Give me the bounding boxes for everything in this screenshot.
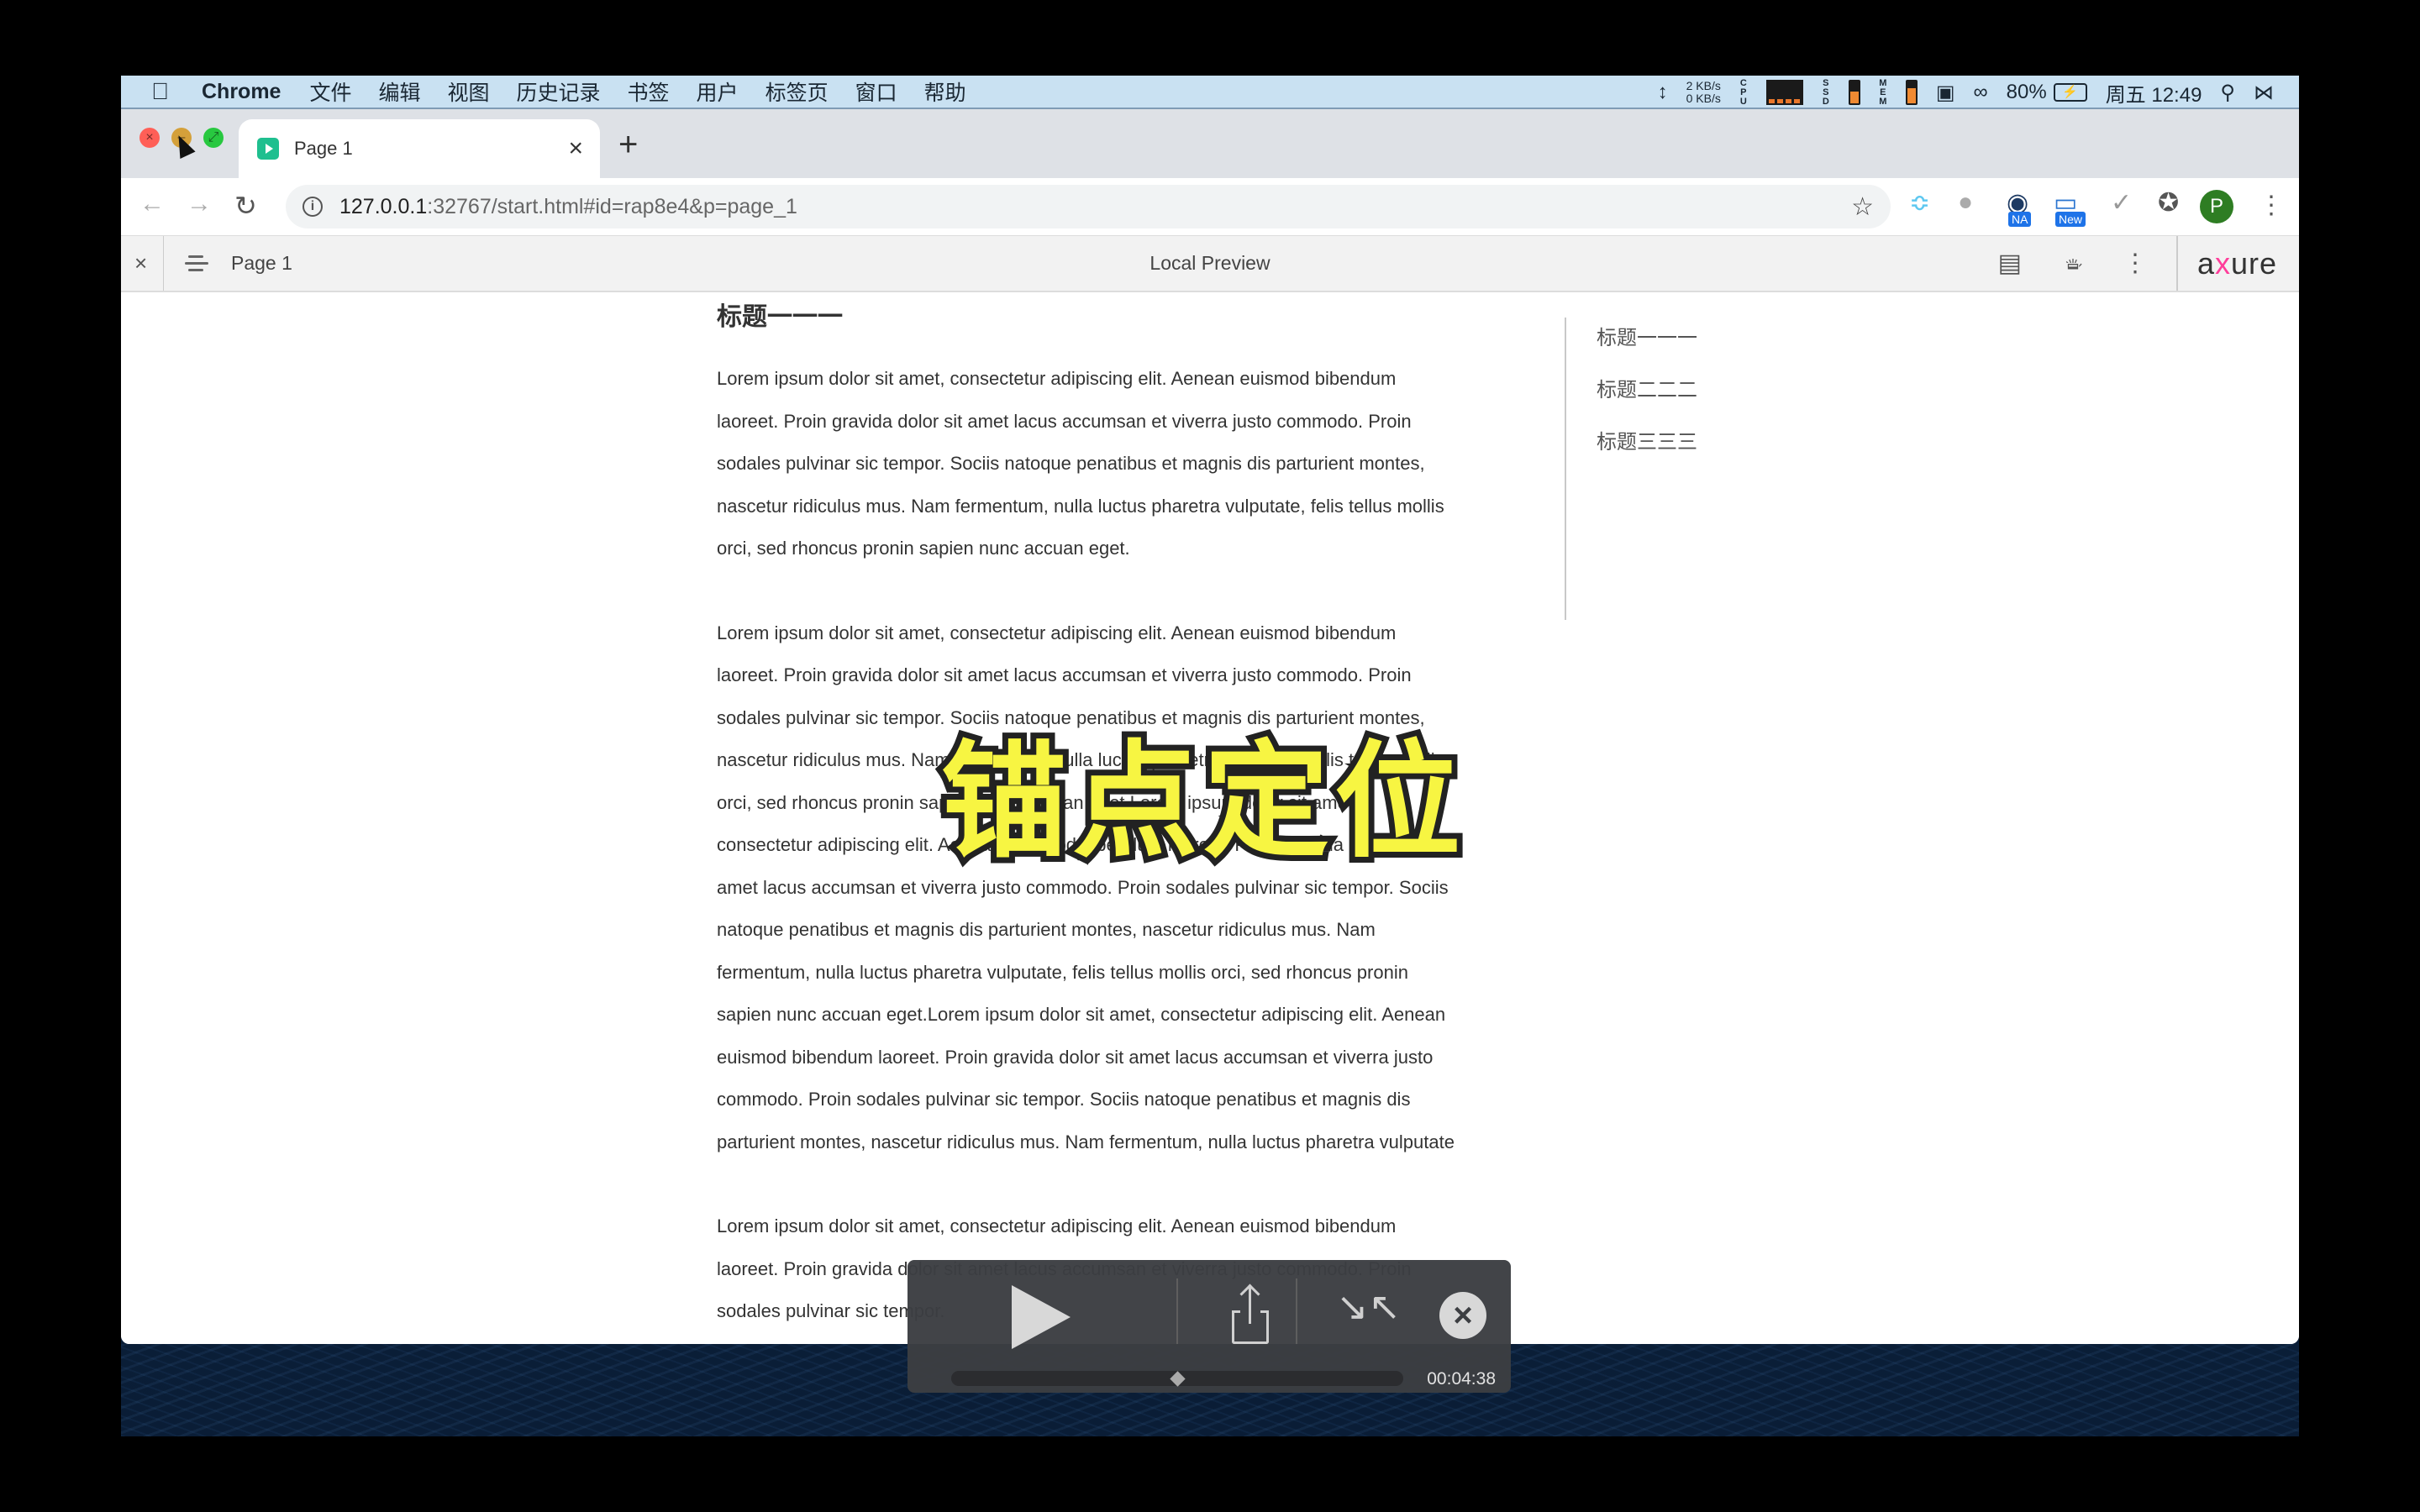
- menu-bookmarks[interactable]: 书签: [628, 76, 670, 107]
- section-heading-1: 标题一一一: [717, 303, 843, 331]
- reload-icon[interactable]: ↻: [234, 190, 257, 222]
- ssd-meter-fill: [1849, 91, 1859, 103]
- cpu-meter[interactable]: [1765, 80, 1803, 105]
- preview-label: Local Preview: [1150, 252, 1270, 274]
- close-player-button[interactable]: ×: [1439, 1292, 1486, 1339]
- anchor-nav: 标题一一一 标题二二二 标题三三三: [1565, 318, 1697, 620]
- controls-divider: [1296, 1278, 1297, 1344]
- play-button[interactable]: [1012, 1285, 1071, 1349]
- playback-scrubber[interactable]: [951, 1371, 1403, 1387]
- axure-logo[interactable]: axure: [2197, 246, 2277, 281]
- axure-favicon-icon: [257, 138, 279, 160]
- tab-strip: × – ⤢ Page 1 × +: [121, 109, 2299, 178]
- variables-icon[interactable]: 𝡍: [2060, 249, 2086, 278]
- browser-window: × – ⤢ Page 1 × + ← → ↻ i 127.0.0.1:32767…: [121, 109, 2299, 1344]
- net-up: 2 KB/s: [1686, 79, 1721, 92]
- net-down: 0 KB/s: [1686, 92, 1721, 105]
- video-subtitle: 锚点定位: [935, 729, 1466, 875]
- menu-app-name[interactable]: Chrome: [202, 80, 281, 104]
- mem-label: MEM: [1879, 77, 1887, 107]
- ext-new-icon[interactable]: ▭ New: [2054, 188, 2086, 227]
- ext-waves-icon[interactable]: ≎: [1909, 188, 1930, 218]
- spotlight-search-icon[interactable]: ⚲: [2220, 81, 2235, 105]
- ext-na-icon[interactable]: ◉ NA: [2007, 188, 2032, 227]
- network-speed[interactable]: 2 KB/s 0 KB/s: [1686, 80, 1721, 105]
- exit-fullscreen-icon[interactable]: ↘↖: [1336, 1287, 1401, 1326]
- chrome-menu-icon[interactable]: ⋮: [2259, 193, 2284, 218]
- video-player-controls: ↘↖ × 00:04:38: [908, 1260, 1511, 1393]
- bartender-bowtie-icon[interactable]: ⋈: [2254, 81, 2274, 105]
- ext-check-icon[interactable]: ✓: [2111, 188, 2132, 218]
- playback-time: 00:04:38: [1427, 1369, 1496, 1389]
- battery-charging-icon: ⚡: [2053, 83, 2087, 102]
- logo-part-ure: ure: [2230, 245, 2277, 281]
- profile-avatar[interactable]: P: [2200, 190, 2233, 223]
- url-path: :32767/start.html#id=rap8e4&p=page_1: [427, 194, 797, 218]
- battery-status[interactable]: 80% ⚡: [2007, 81, 2087, 104]
- clock[interactable]: 周五 12:49: [2106, 78, 2202, 108]
- ssd-label: SSD: [1822, 77, 1829, 107]
- resize-arrows-icon[interactable]: ↕: [1658, 81, 1668, 104]
- menu-view[interactable]: 视图: [448, 76, 490, 107]
- tab-title: Page 1: [294, 138, 353, 159]
- menu-help[interactable]: 帮助: [924, 76, 966, 107]
- cpu-label: CPU: [1739, 77, 1747, 107]
- forward-arrow-icon[interactable]: →: [187, 190, 212, 218]
- new-tab-button[interactable]: +: [618, 128, 638, 161]
- tab-page-1[interactable]: Page 1 ×: [239, 119, 600, 178]
- menu-file[interactable]: 文件: [309, 76, 351, 107]
- ext-new-badge: New: [2055, 212, 2086, 227]
- ext-na-badge: NA: [2008, 212, 2032, 227]
- axure-logo-divider: [2176, 236, 2178, 291]
- battery-percent: 80%: [2006, 81, 2047, 103]
- logo-part-x: x: [2214, 245, 2231, 281]
- address-bar[interactable]: i 127.0.0.1:32767/start.html#id=rap8e4&p…: [286, 185, 1891, 228]
- ext-gray-swirl-icon[interactable]: ●: [1958, 188, 1973, 217]
- apple-logo-icon[interactable]: : [151, 78, 176, 105]
- status-area: ↕ 2 KB/s 0 KB/s CPU SSD MEM ▣ ∞ 80% ⚡ 周五…: [1658, 76, 2274, 109]
- back-arrow-icon[interactable]: ←: [139, 190, 165, 218]
- screen-record-icon[interactable]: ▣: [1936, 81, 1955, 105]
- share-icon[interactable]: [1232, 1285, 1269, 1344]
- ssd-meter[interactable]: [1848, 80, 1860, 105]
- paragraph-2: Lorem ipsum dolor sit amet, consectetur …: [717, 622, 1455, 1152]
- window-close-button[interactable]: ×: [139, 128, 160, 148]
- site-info-icon[interactable]: i: [302, 197, 323, 217]
- menu-history[interactable]: 历史记录: [517, 76, 601, 107]
- axure-toolbar: × Page 1 Local Preview ▤ 𝡍 ⋮ axure: [121, 235, 2299, 292]
- tab-close-icon[interactable]: ×: [568, 134, 583, 163]
- creative-cloud-icon[interactable]: ∞: [1974, 81, 1988, 104]
- logo-part-a: a: [2196, 245, 2215, 281]
- anchor-link-1[interactable]: 标题一一一: [1597, 321, 1697, 370]
- menu-window[interactable]: 窗口: [855, 76, 897, 107]
- extensions-puzzle-icon[interactable]: ✪: [2158, 188, 2179, 218]
- controls-divider: [1176, 1278, 1178, 1344]
- menu-tab[interactable]: 标签页: [765, 76, 829, 107]
- menu-edit[interactable]: 编辑: [378, 76, 420, 107]
- bookmark-star-icon[interactable]: ☆: [1851, 192, 1874, 222]
- url-text[interactable]: 127.0.0.1:32767/start.html#id=rap8e4&p=p…: [339, 195, 797, 219]
- anchor-link-2[interactable]: 标题二二二: [1597, 373, 1697, 422]
- notes-icon[interactable]: ▤: [1998, 249, 2022, 278]
- menu-people[interactable]: 用户: [697, 76, 739, 107]
- more-options-icon[interactable]: ⋮: [2123, 249, 2148, 278]
- mem-meter[interactable]: [1905, 80, 1918, 105]
- anchor-link-3[interactable]: 标题三三三: [1597, 425, 1697, 474]
- browser-toolbar: ← → ↻ i 127.0.0.1:32767/start.html#id=ra…: [121, 178, 2299, 235]
- menu-bar:  Chrome 文件 编辑 视图 历史记录 书签 用户 标签页 窗口 帮助 ↕…: [121, 76, 2299, 109]
- mem-meter-fill: [1907, 87, 1916, 103]
- paragraph-1: Lorem ipsum dolor sit amet, consectetur …: [717, 368, 1444, 559]
- url-host: 127.0.0.1: [339, 194, 428, 218]
- window-fullscreen-button[interactable]: ⤢: [203, 128, 224, 148]
- scrubber-handle[interactable]: [1170, 1371, 1186, 1387]
